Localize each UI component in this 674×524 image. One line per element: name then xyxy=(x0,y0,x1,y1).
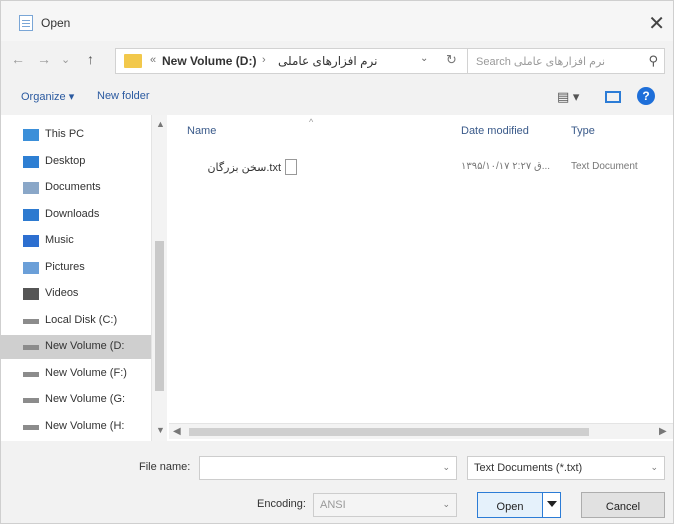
computer-icon xyxy=(23,129,39,141)
drive-icon xyxy=(23,318,39,324)
encoding-label: Encoding: xyxy=(257,498,306,510)
sidebar-item[interactable]: New Volume (F:) xyxy=(1,362,151,386)
open-button[interactable]: Open xyxy=(477,492,561,518)
file-list: Name ^ Date modified Type سخن بزرگان.txt… xyxy=(169,115,673,441)
breadcrumb-overflow[interactable]: « xyxy=(150,54,156,66)
sidebar-item[interactable]: New Volume (H: xyxy=(1,415,151,439)
open-file-dialog: Open ✕ ← → ⌄ ↑ « New Volume (D:) › نرم ا… xyxy=(0,0,674,524)
file-name[interactable]: سخن بزرگان.txt xyxy=(187,161,281,174)
search-input[interactable]: Search نرم افزارهای عاملی xyxy=(476,55,605,68)
encoding-value: ANSI xyxy=(320,499,346,511)
sidebar-item[interactable]: Downloads xyxy=(1,203,151,227)
refresh-icon[interactable]: ↻ xyxy=(446,52,457,68)
sidebar-item-label: Pictures xyxy=(45,260,85,273)
drive-icon xyxy=(23,345,39,350)
scroll-right-arrow-icon[interactable]: ▶ xyxy=(659,426,667,437)
view-options-icon[interactable]: ▤ ▾ xyxy=(557,89,579,105)
sidebar-item[interactable]: This PC xyxy=(1,123,151,147)
search-icon: ⚲ xyxy=(648,53,658,68)
sidebar-item-label: New Volume (D: xyxy=(45,340,125,352)
downloads-icon xyxy=(23,208,39,221)
file-name-label: File name: xyxy=(139,461,191,473)
cancel-button-label: Cancel xyxy=(605,501,641,513)
scroll-down-arrow-icon[interactable]: ▼ xyxy=(156,425,165,435)
search-box[interactable]: Search نرم افزارهای عاملی ⚲ xyxy=(467,48,665,74)
window-title: Open xyxy=(41,16,71,30)
breadcrumb-drive[interactable]: New Volume (D:) xyxy=(162,54,256,68)
close-button[interactable]: ✕ xyxy=(648,11,665,36)
sidebar-item-label: New Volume (G: xyxy=(45,393,126,405)
open-options-dropdown[interactable] xyxy=(542,493,560,517)
sidebar-item-label: Videos xyxy=(45,287,79,299)
column-header-date-modified[interactable]: Date modified xyxy=(461,125,529,137)
file-type-filter[interactable]: Text Documents (*.txt) ⌄ xyxy=(467,456,665,480)
scroll-up-arrow-icon[interactable]: ▲ xyxy=(156,119,165,129)
cancel-button[interactable]: Cancel xyxy=(581,492,665,518)
sidebar-item-label: Documents xyxy=(45,181,101,193)
sort-indicator: ^ xyxy=(309,117,314,127)
videos-icon xyxy=(23,288,39,300)
navigation-pane: This PC Desktop Documents Downloads Music Pic… xyxy=(1,115,169,441)
music-icon xyxy=(23,235,39,247)
sidebar-item-label: Desktop xyxy=(45,154,86,167)
help-icon[interactable]: ? xyxy=(637,87,655,105)
scrollbar-thumb[interactable] xyxy=(189,428,589,436)
sidebar-item[interactable]: Local Disk (C:) xyxy=(1,309,151,333)
address-bar[interactable]: « New Volume (D:) › نرم افزارهای عاملی ⌄… xyxy=(115,48,471,74)
chevron-down-icon[interactable]: ⌄ xyxy=(442,499,450,510)
sidebar-item[interactable]: Desktop xyxy=(1,150,151,174)
scroll-left-arrow-icon[interactable]: ◀ xyxy=(173,426,181,437)
sidebar-item-label: Local Disk (C:) xyxy=(45,313,118,326)
documents-icon xyxy=(23,182,39,194)
address-dropdown-icon[interactable]: ⌄ xyxy=(420,53,428,64)
new-folder-button[interactable]: New folder xyxy=(97,90,150,102)
folder-icon xyxy=(124,54,142,68)
horizontal-scrollbar[interactable]: ◀ ▶ xyxy=(169,423,673,439)
chevron-down-icon[interactable]: ⌄ xyxy=(442,462,450,473)
back-arrow-icon[interactable]: ← xyxy=(11,51,25,67)
dialog-footer: File name: ⌄ Text Documents (*.txt) ⌄ En… xyxy=(1,445,673,524)
file-date: ۱۳۹۵/۱۰/۱۷ ۲:۲۷ ق... xyxy=(461,161,551,172)
chevron-down-icon[interactable]: ⌄ xyxy=(650,462,658,473)
address-row: ← → ⌄ ↑ « New Volume (D:) › نرم افزارهای… xyxy=(1,45,673,79)
sidebar-item-label: New Volume (F:) xyxy=(45,366,127,379)
forward-arrow-icon[interactable]: → xyxy=(37,51,51,67)
text-file-icon xyxy=(285,159,297,175)
sidebar-item[interactable]: New Volume (D: xyxy=(1,335,151,359)
open-button-label: Open xyxy=(496,501,524,513)
breadcrumb-folder[interactable]: نرم افزارهای عاملی xyxy=(278,54,377,68)
file-type: Text Document xyxy=(571,161,638,172)
notepad-icon xyxy=(19,15,33,31)
file-type-filter-value: Text Documents (*.txt) xyxy=(474,462,583,474)
sidebar-item[interactable]: Documents xyxy=(1,176,151,200)
column-header-name[interactable]: Name xyxy=(187,125,216,137)
column-header-type[interactable]: Type xyxy=(571,125,595,137)
recent-locations-icon[interactable]: ⌄ xyxy=(61,53,70,66)
breadcrumb-separator: › xyxy=(262,54,266,66)
sidebar-item-label: Downloads xyxy=(45,207,100,220)
encoding-select[interactable]: ANSI ⌄ xyxy=(313,493,457,517)
table-row[interactable]: سخن بزرگان.txt ۱۳۹۵/۱۰/۱۷ ۲:۲۷ ق... Text… xyxy=(185,157,655,179)
file-name-field[interactable]: ⌄ xyxy=(199,456,457,480)
pictures-icon xyxy=(23,261,39,274)
sidebar-item-label: New Volume (H: xyxy=(45,419,125,432)
sidebar-item[interactable]: Music xyxy=(1,229,151,253)
toolbar: Organize ▾ New folder ▤ ▾ ? xyxy=(1,81,673,111)
sidebar-item[interactable]: Pictures xyxy=(1,256,151,280)
sidebar-item[interactable]: New Volume (G: xyxy=(1,388,151,412)
sidebar-item-label: Music xyxy=(45,234,74,246)
preview-pane-icon[interactable] xyxy=(605,91,621,103)
sidebar-item[interactable]: Videos xyxy=(1,282,151,306)
drive-icon xyxy=(23,424,39,430)
organize-button[interactable]: Organize ▾ xyxy=(21,90,74,103)
drive-icon xyxy=(23,398,39,403)
drive-icon xyxy=(23,371,39,377)
sidebar-item-label: This PC xyxy=(45,128,85,140)
desktop-icon xyxy=(23,155,39,168)
title-bar: Open ✕ xyxy=(1,1,673,41)
nav-scrollbar[interactable]: ▲ ▼ xyxy=(151,115,167,441)
scrollbar-thumb[interactable] xyxy=(155,241,164,391)
up-arrow-icon[interactable]: ↑ xyxy=(87,51,94,67)
